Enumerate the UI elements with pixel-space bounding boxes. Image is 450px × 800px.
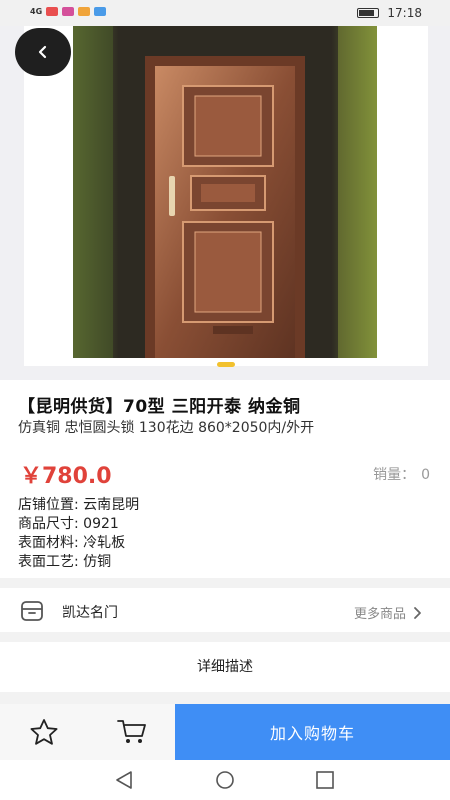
attribute-value: 仿铜 (83, 554, 112, 570)
add-to-cart-button[interactable]: 加入购物车 (175, 704, 450, 760)
sales-value: 0 (421, 467, 430, 483)
cart-icon (117, 720, 146, 743)
bottom-action-bar: 加入购物车 (0, 704, 450, 760)
nav-home-icon[interactable] (214, 770, 236, 790)
gallery-indicator (217, 362, 235, 367)
nav-back-icon[interactable] (113, 770, 135, 790)
attribute-row: 店铺位置: 云南昆明 (18, 496, 139, 515)
section-divider (0, 632, 450, 642)
cart-button[interactable] (88, 704, 176, 760)
status-bar: 4G 17:18 (0, 0, 450, 26)
chevron-right-icon (414, 606, 421, 619)
attribute-row: 表面材料: 冷轧板 (18, 534, 139, 553)
store-icon (21, 601, 43, 621)
star-icon (30, 719, 58, 745)
battery-icon (357, 8, 380, 18)
section-divider (0, 578, 450, 588)
status-right: 17:18 (357, 6, 422, 20)
nav-recents-icon[interactable] (314, 770, 336, 790)
app-notification-icon (46, 7, 59, 16)
favorite-button[interactable] (0, 704, 88, 760)
attribute-value: 云南昆明 (83, 497, 140, 513)
store-row[interactable]: 凯达名门 更多商品 (0, 590, 450, 632)
detail-description-tab[interactable]: 详细描述 (0, 642, 450, 692)
attribute-label: 表面工艺: (18, 554, 79, 570)
more-products-label: 更多商品 (353, 607, 406, 622)
attribute-label: 表面材料: (18, 535, 79, 551)
app-notification-icon (62, 7, 75, 16)
section-divider (0, 692, 450, 704)
attribute-value: 0921 (83, 516, 119, 532)
door-illustration (73, 26, 377, 358)
product-attributes: 店铺位置: 云南昆明 商品尺寸: 0921 表面材料: 冷轧板 表面工艺: 仿铜 (18, 496, 139, 572)
product-gallery[interactable] (0, 26, 450, 380)
store-name: 凯达名门 (62, 605, 118, 621)
status-icons: 4G (30, 7, 107, 16)
app-notification-icon (78, 7, 91, 16)
attribute-value: 冷轧板 (83, 535, 126, 551)
system-nav-bar (0, 760, 450, 800)
attribute-label: 商品尺寸: (18, 516, 79, 532)
product-title: 【昆明供货】70型 三阳开泰 纳金铜 (18, 397, 301, 417)
app-notification-icon (94, 7, 107, 16)
back-button[interactable] (15, 28, 71, 76)
attribute-label: 店铺位置: (18, 497, 79, 513)
sales-label: 销量： (373, 467, 416, 483)
chevron-left-icon (38, 45, 47, 59)
more-products-link[interactable]: 更多商品 (354, 603, 422, 622)
attribute-row: 商品尺寸: 0921 (18, 515, 139, 534)
product-subtitle: 仿真铜 忠恒圆头锁 130花边 860*2050内/外开 (18, 420, 315, 436)
signal-indicator: 4G (30, 7, 43, 16)
clock: 17:18 (387, 6, 422, 20)
sales-count: 销量： 0 (373, 464, 430, 484)
product-price: ￥780.0 (20, 464, 112, 489)
attribute-row: 表面工艺: 仿铜 (18, 553, 139, 572)
product-image[interactable] (73, 26, 377, 358)
